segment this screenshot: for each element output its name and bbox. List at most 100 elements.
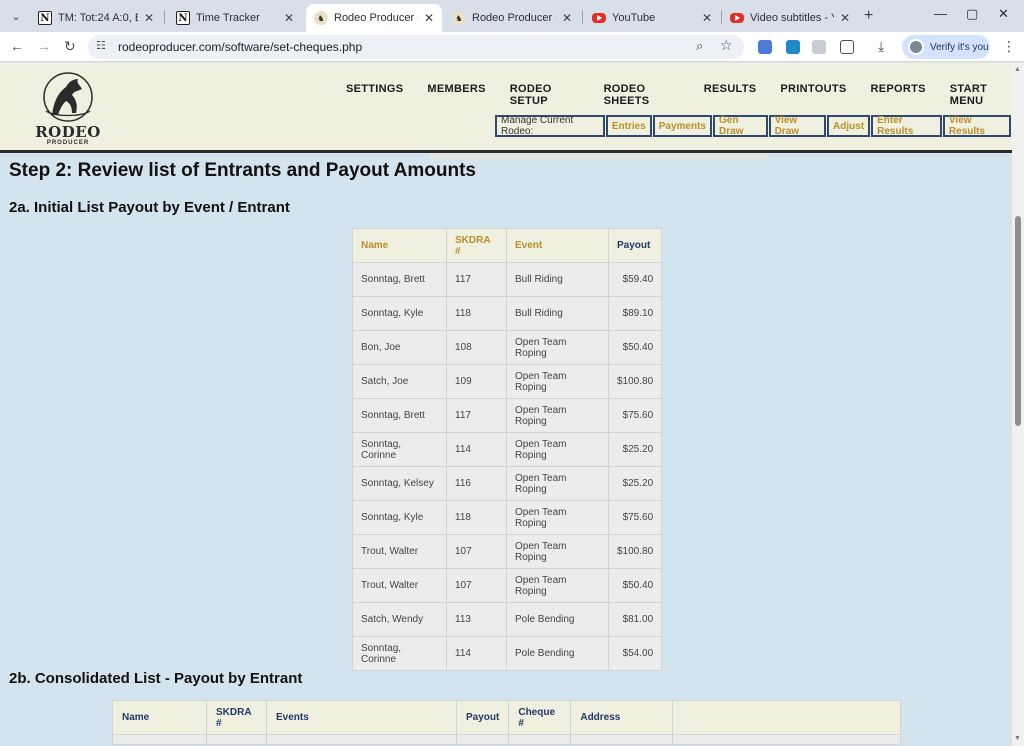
browser-tab-3[interactable]: ♞ Rodeo Producer - Pri ✕ [444,4,580,32]
url-text[interactable]: rodeoproducer.com/software/set-cheques.p… [118,40,362,54]
site-settings-icon[interactable]: ☷ [96,39,106,52]
close-icon[interactable]: ✕ [702,11,712,25]
scroll-up-icon[interactable]: ▲ [1014,66,1021,73]
close-icon[interactable]: ✕ [424,11,434,25]
close-icon[interactable]: ✕ [284,11,294,25]
table-row: Bon, Joe 108 Open Team Roping $50.40 [352,330,663,365]
subnav-gen-draw[interactable]: Gen Draw [713,115,768,137]
table-cell: 117 [446,398,507,433]
youtube-icon [730,13,744,23]
logo-subword: PRODUCER [46,140,90,146]
close-icon[interactable]: ✕ [144,11,154,25]
table-row: Trout, Walter 107 Open Team Roping $100.80 [352,534,663,569]
browser-tab-0[interactable]: N TM: Tot:24 A:0, B:11, C ✕ [30,4,162,32]
table-cell [570,734,674,745]
table-cell: Pole Bending [506,636,609,671]
tab-title: TM: Tot:24 A:0, B:11, C [58,12,138,24]
table-row: Trout, Walter 107 Open Team Roping $50.40 [352,568,663,603]
site-header: RODEO PRODUCER SETTINGS MEMBERS RODEO SE… [0,63,1012,153]
browser-tab-1[interactable]: N Time Tracker ✕ [168,4,302,32]
subnav-payments[interactable]: Payments [652,115,712,137]
consolidated-payout-table: Name SKDRA # Events Payout Cheque # Addr… [112,700,902,745]
table-cell: Open Team Roping [506,568,609,603]
table-cell: Sonntag, Brett [352,398,447,433]
subnav-entries[interactable]: Entries [605,115,652,137]
table-cell: $89.10 [607,296,663,331]
subnav-adjust[interactable]: Adjust [827,115,871,137]
table-cell: Bon, Joe [352,330,447,365]
back-arrow-icon[interactable]: ← [10,38,24,54]
reload-icon[interactable]: ↻ [64,38,76,55]
table-cell: $54.00 [607,636,663,671]
browser-tab-2-active[interactable]: ♞ Rodeo Producer - Pri ✕ [306,4,442,32]
table-row: Sonntag, Brett 117 Open Team Roping $75.60 [352,398,663,433]
table-cell: Open Team Roping [506,330,609,365]
new-tab-plus-icon[interactable]: + [864,7,873,25]
bookmark-star-icon[interactable]: ☆ [720,37,733,54]
extension-m-icon[interactable] [786,40,800,54]
nav-results[interactable]: RESULTS [704,83,757,107]
subnav-view-draw[interactable]: View Draw [768,115,827,137]
nav-start-menu[interactable]: START MENU [950,83,1012,107]
table-row: Sonntag, Corinne 114 Open Team Roping $25.2… [352,432,663,467]
table-cell: 114 [446,636,507,671]
tab-title: Rodeo Producer - Pri [472,12,556,24]
page-scrollbar[interactable]: ▲ ▼ [1012,63,1024,746]
nav-reports[interactable]: REPORTS [870,83,925,107]
nav-members[interactable]: MEMBERS [427,83,485,107]
extension-pen-icon[interactable] [812,40,826,54]
logo-word: RODEO [35,123,101,141]
col-address: Address [570,700,674,735]
table-cell: Open Team Roping [506,466,609,501]
browser-menu-icon[interactable]: ⋮ [1002,38,1016,55]
tab-divider [164,10,165,24]
browser-tab-5[interactable]: Video subtitles - YouT ✕ [722,4,858,32]
nav-rodeo-setup[interactable]: RODEO SETUP [510,83,580,107]
forward-arrow-icon[interactable]: → [37,38,51,54]
profile-label: Verify it's you [930,41,989,53]
table-row: Satch, Joe 109 Open Team Roping $100.80 [352,364,663,399]
table-row: Sonntag, Kyle 118 Bull Riding $89.10 [352,296,663,331]
table-cell: $25.20 [607,432,663,467]
subnav-enter-results[interactable]: Enter Results [871,115,942,137]
table-cell: 107 [446,534,507,569]
rodeo-producer-logo[interactable]: RODEO PRODUCER [32,71,104,147]
table-cell: $50.40 [607,330,663,365]
close-icon[interactable]: ✕ [562,11,572,25]
scrollbar-thumb[interactable] [1015,216,1021,426]
nav-printouts[interactable]: PRINTOUTS [780,83,846,107]
horse-logo-icon [43,72,93,122]
nav-rodeo-sheets[interactable]: RODEO SHEETS [604,83,680,107]
col-skdra: SKDRA # [206,700,267,735]
zoom-icon[interactable]: ⌕ [696,38,703,54]
profile-verify-button[interactable]: Verify it's you [902,35,990,59]
window-close-icon[interactable]: ✕ [998,6,1009,22]
address-bar[interactable]: ☷ rodeoproducer.com/software/set-cheques… [88,35,744,59]
extension-tag-icon[interactable] [758,40,772,54]
table-row: Satch, Wendy 113 Pole Bending $81.00 [352,602,663,637]
download-icon[interactable]: ⤓ [878,38,884,55]
table-cell: Open Team Roping [506,398,609,433]
tab-divider [582,10,583,24]
maximize-icon[interactable]: ▢ [966,6,978,22]
tab-search-chevron-icon[interactable]: ⌄ [6,6,26,26]
table-cell [206,734,267,745]
subnav-view-results[interactable]: View Results [942,115,1012,137]
table-cell: $81.00 [607,602,663,637]
col-payout: Payout [607,228,663,263]
minimize-icon[interactable]: — [934,6,947,21]
nav-settings[interactable]: SETTINGS [346,83,403,107]
extensions-puzzle-icon[interactable] [840,40,854,54]
table-cell: Sonntag, Brett [352,262,447,297]
close-icon[interactable]: ✕ [840,11,850,25]
col-name: Name [112,700,207,735]
table-cell: 113 [446,602,507,637]
subnav-label: Manage Current Rodeo: [495,115,605,137]
payout-by-event-table: Name SKDRA # Event Payout Sonntag, Brett… [352,228,663,671]
scroll-down-icon[interactable]: ▼ [1014,735,1021,742]
table-cell: Sonntag, Corinne [352,432,447,467]
table-cell: Satch, Wendy [352,602,447,637]
table-cell: 108 [446,330,507,365]
table-cell: Trout, Walter [352,534,447,569]
browser-tab-4[interactable]: YouTube ✕ [584,4,720,32]
